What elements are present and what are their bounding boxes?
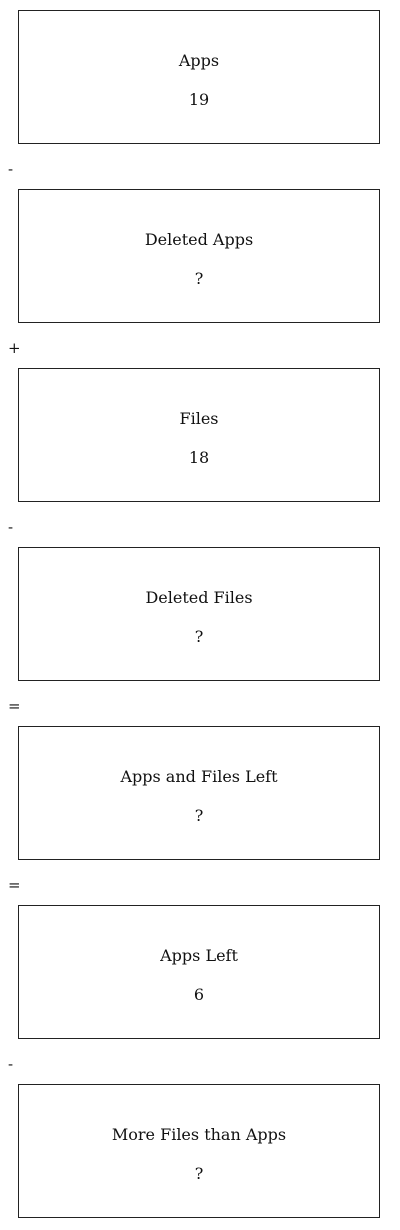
box-more-files-than-apps: More Files than Apps ?	[18, 1084, 380, 1218]
box-value: 19	[188, 90, 210, 109]
box-value: 6	[193, 985, 205, 1004]
operator-minus: -	[8, 518, 14, 536]
box-label: Apps Left	[160, 946, 238, 965]
operator-minus: -	[8, 160, 14, 178]
box-label: Apps	[178, 51, 220, 70]
box-label: Files	[179, 409, 219, 428]
box-value: 18	[188, 448, 210, 467]
box-files: Files 18	[18, 368, 380, 502]
box-deleted-apps: Deleted Apps ?	[18, 189, 380, 323]
box-apps-and-files-left: Apps and Files Left ?	[18, 726, 380, 860]
box-value: ?	[194, 1164, 204, 1183]
box-label: Apps and Files Left	[120, 767, 278, 786]
box-apps-left: Apps Left 6	[18, 905, 380, 1039]
box-value: ?	[194, 627, 204, 646]
operator-equals: =	[8, 697, 21, 715]
box-label: Deleted Apps	[144, 230, 254, 249]
operator-equals: =	[8, 876, 21, 894]
operator-minus: -	[8, 1055, 14, 1073]
box-apps: Apps 19	[18, 10, 380, 144]
operator-plus: +	[8, 339, 21, 357]
box-value: ?	[194, 269, 204, 288]
box-value: ?	[194, 806, 204, 825]
box-label: Deleted Files	[145, 588, 253, 607]
box-deleted-files: Deleted Files ?	[18, 547, 380, 681]
box-label: More Files than Apps	[111, 1125, 287, 1144]
